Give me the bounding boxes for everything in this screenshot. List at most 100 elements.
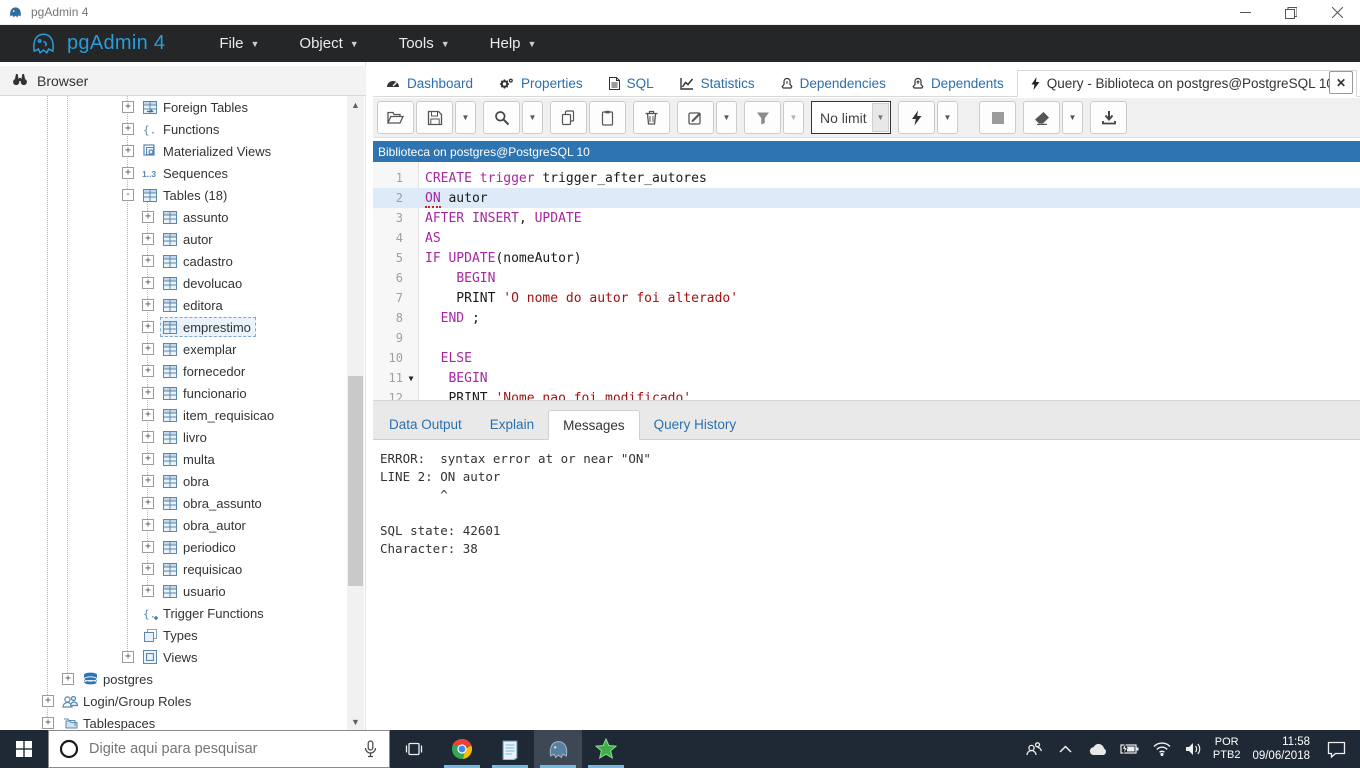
tree-item-postgres[interactable]: + postgres [0, 668, 348, 690]
language-indicator[interactable]: POR PTB2 [1213, 736, 1241, 762]
speaker-icon[interactable] [1181, 742, 1207, 756]
tree-item-autor[interactable]: + autor [0, 228, 348, 250]
tab-statistics[interactable]: Statistics [667, 70, 768, 96]
wampserver-taskbar-icon[interactable] [582, 730, 630, 768]
code-line-10[interactable]: 10 ELSE [373, 348, 1360, 368]
tree-item-editora[interactable]: + editora [0, 294, 348, 316]
expand-box-icon[interactable]: + [142, 431, 154, 443]
tab-properties[interactable]: Properties [486, 70, 596, 96]
expand-box-icon[interactable]: + [142, 475, 154, 487]
microphone-icon[interactable] [364, 740, 377, 758]
tree-item-fornecedor[interactable]: + fornecedor [0, 360, 348, 382]
battery-icon[interactable] [1117, 743, 1143, 755]
row-limit-select[interactable]: No limit ▼ [811, 101, 891, 134]
code-line-3[interactable]: 3 AFTER INSERT, UPDATE [373, 208, 1360, 228]
expand-box-icon[interactable]: + [142, 453, 154, 465]
clock[interactable]: 11:58 09/06/2018 [1252, 735, 1310, 763]
tab-dependencies[interactable]: Dependencies [768, 70, 899, 96]
expand-box-icon[interactable]: + [142, 409, 154, 421]
tree-item-tablespaces[interactable]: + Tablespaces [0, 712, 348, 730]
scrollbar-thumb[interactable] [348, 376, 363, 586]
tree-item-exemplar[interactable]: + exemplar [0, 338, 348, 360]
tab-explain[interactable]: Explain [476, 410, 548, 439]
tree-item-cadastro[interactable]: + cadastro [0, 250, 348, 272]
expand-box-icon[interactable]: + [62, 673, 74, 685]
clear-button[interactable] [1023, 101, 1060, 134]
tree-item-tables-18[interactable]: - Tables (18) [0, 184, 348, 206]
delete-button[interactable] [633, 101, 670, 134]
menu-tools[interactable]: Tools ▼ [383, 29, 466, 58]
tree-item-emprestimo[interactable]: + emprestimo [0, 316, 348, 338]
expand-box-icon[interactable]: + [142, 255, 154, 267]
tab-sql[interactable]: SQL [596, 70, 667, 96]
tab-messages[interactable]: Messages [548, 410, 640, 440]
clear-options-caret[interactable]: ▼ [1062, 101, 1083, 134]
task-view-button[interactable] [390, 730, 438, 768]
tab-dependents[interactable]: Dependents [899, 70, 1017, 96]
tree-item-obra-assunto[interactable]: + obra_assunto [0, 492, 348, 514]
expand-box-icon[interactable]: + [142, 519, 154, 531]
execute-button[interactable] [898, 101, 935, 134]
onedrive-icon[interactable] [1085, 743, 1111, 756]
tree-item-materialized-views[interactable]: + Materialized Views [0, 140, 348, 162]
menu-file[interactable]: File ▼ [203, 29, 275, 58]
chrome-taskbar-icon[interactable] [438, 730, 486, 768]
execute-options-caret[interactable]: ▼ [937, 101, 958, 134]
search-input[interactable] [89, 741, 364, 757]
close-button[interactable] [1314, 0, 1360, 25]
scroll-up-icon[interactable]: ▲ [347, 96, 364, 113]
tree-item-requisicao[interactable]: + requisicao [0, 558, 348, 580]
pgadmin-taskbar-icon[interactable] [534, 730, 582, 768]
tree-item-usuario[interactable]: + usuario [0, 580, 348, 602]
notepad-taskbar-icon[interactable] [486, 730, 534, 768]
tree-item-obra[interactable]: + obra [0, 470, 348, 492]
expand-box-icon[interactable]: + [122, 123, 134, 135]
find-button[interactable] [483, 101, 520, 134]
scroll-down-icon[interactable]: ▼ [347, 713, 364, 730]
expand-box-icon[interactable]: + [142, 277, 154, 289]
tree-item-views[interactable]: + Views [0, 646, 348, 668]
copy-button[interactable] [550, 101, 587, 134]
start-button[interactable] [0, 730, 48, 768]
sql-editor[interactable]: 1 CREATE trigger trigger_after_autores 2 ON… [373, 162, 1360, 426]
save-button[interactable] [416, 101, 453, 134]
taskbar-search[interactable] [48, 730, 390, 768]
code-line-7[interactable]: 7 PRINT 'O nome do autor foi alterado' [373, 288, 1360, 308]
restore-button[interactable] [1268, 0, 1314, 25]
tree-item-devolucao[interactable]: + devolucao [0, 272, 348, 294]
download-button[interactable] [1090, 101, 1127, 134]
fold-marker-icon[interactable]: ▼ [403, 374, 419, 383]
people-icon[interactable] [1021, 741, 1047, 757]
tree-item-assunto[interactable]: + assunto [0, 206, 348, 228]
code-line-5[interactable]: 5 IF UPDATE(nomeAutor) [373, 248, 1360, 268]
stop-button[interactable] [979, 101, 1016, 134]
tab-dashboard[interactable]: Dashboard [373, 70, 486, 96]
expand-box-icon[interactable]: + [142, 299, 154, 311]
expand-box-icon[interactable]: + [122, 167, 134, 179]
collapse-box-icon[interactable]: - [122, 189, 134, 201]
filter-button[interactable] [744, 101, 781, 134]
expand-box-icon[interactable]: + [142, 321, 154, 333]
wifi-icon[interactable] [1149, 742, 1175, 756]
sidebar-scrollbar[interactable]: ▲ ▼ [347, 96, 364, 730]
menu-object[interactable]: Object ▼ [283, 29, 374, 58]
expand-box-icon[interactable]: + [142, 233, 154, 245]
edit-options-caret[interactable]: ▼ [716, 101, 737, 134]
minimize-button[interactable] [1222, 0, 1268, 25]
tree-item-livro[interactable]: + livro [0, 426, 348, 448]
tree-item-functions[interactable]: + {..} Functions [0, 118, 348, 140]
tree-item-login-group-roles[interactable]: + Login/Group Roles [0, 690, 348, 712]
menu-help[interactable]: Help ▼ [474, 29, 553, 58]
code-line-2[interactable]: 2 ON autor [373, 188, 1360, 208]
expand-box-icon[interactable]: + [142, 343, 154, 355]
close-query-tab-button[interactable]: ✕ [1329, 71, 1353, 94]
tree-item-foreign-tables[interactable]: + Foreign Tables [0, 96, 348, 118]
expand-box-icon[interactable]: + [122, 651, 134, 663]
code-line-6[interactable]: 6 BEGIN [373, 268, 1360, 288]
tree-item-item-requisicao[interactable]: + item_requisicao [0, 404, 348, 426]
tab-query[interactable]: Query - Biblioteca on postgres@PostgreSQ… [1016, 70, 1357, 97]
filter-options-caret[interactable]: ▼ [783, 101, 804, 134]
expand-box-icon[interactable]: + [42, 695, 54, 707]
expand-box-icon[interactable]: + [122, 101, 134, 113]
expand-box-icon[interactable]: + [142, 541, 154, 553]
